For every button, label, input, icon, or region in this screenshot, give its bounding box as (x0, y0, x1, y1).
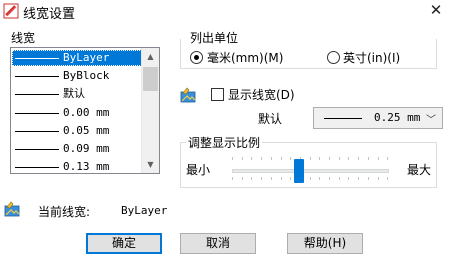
list-item-bylayer[interactable]: ByLayer (12, 50, 142, 66)
slider-tick (338, 177, 340, 180)
default-lineweight-dropdown[interactable]: 0.25 mm ﹀ (313, 107, 443, 129)
slider-tick (270, 177, 272, 180)
units-group-label: 列出单位 (188, 29, 241, 46)
list-item-label: 默认 (63, 87, 85, 100)
slider-tick (319, 157, 321, 160)
slider-tick (270, 157, 272, 160)
list-scrollbar[interactable]: ▲ ▼ (141, 48, 159, 173)
slider-tick (367, 177, 369, 180)
paint-palette-icon (180, 87, 197, 103)
list-item-label: 0.05 mm (63, 124, 110, 137)
current-lineweight-label: 当前线宽: (38, 205, 91, 219)
slider-tick (290, 177, 292, 180)
scale-max-label: 最大 (407, 163, 432, 177)
lineweight-group-label: 线宽 (11, 31, 36, 45)
radio-dot (194, 55, 199, 60)
list-item-default[interactable]: 默认 (12, 86, 142, 102)
line-sample (15, 167, 59, 168)
ok-button[interactable]: 确定 (86, 233, 162, 254)
slider-tick (290, 157, 292, 160)
line-sample (15, 94, 59, 95)
default-label: 默认 (258, 112, 283, 126)
slider-tick (251, 177, 253, 180)
chevron-down-icon: ﹀ (426, 115, 436, 126)
slider-tick (329, 177, 330, 180)
slider-tick (232, 177, 233, 180)
slider-tick (309, 177, 311, 180)
paint-palette-icon (4, 201, 21, 217)
slider-tick (358, 157, 360, 160)
slider-tick (377, 157, 379, 160)
focus-rect (12, 50, 142, 66)
line-sample (15, 113, 59, 114)
line-sample (324, 118, 362, 119)
show-lineweight-label[interactable]: 显示线宽(D) (228, 86, 295, 103)
current-lineweight-value: ByLayer (121, 204, 168, 217)
slider-tick (367, 157, 369, 160)
line-sample (15, 76, 59, 77)
close-icon[interactable]: ✕ (426, 0, 446, 20)
default-lineweight-value: 0.25 mm (374, 111, 421, 124)
radio-mm[interactable] (190, 51, 203, 64)
cancel-button[interactable]: 取消 (180, 233, 256, 254)
line-sample (15, 131, 59, 132)
slider-tick (241, 157, 243, 160)
slider-tick (338, 157, 340, 160)
slider-tick (319, 177, 321, 180)
slider-tick (261, 177, 263, 180)
lineweight-list[interactable]: ByLayer ByBlock 默认 0.00 mm 0.05 mm 0.09 … (10, 47, 160, 174)
radio-in[interactable] (327, 51, 340, 64)
title-bar: 线宽设置 ✕ (0, 0, 449, 24)
radio-mm-label[interactable]: 毫米(mm)(M) (207, 49, 283, 66)
list-item-label: 0.13 mm (63, 160, 110, 173)
list-item-0-05[interactable]: 0.05 mm (12, 123, 142, 139)
slider-tick (309, 157, 311, 160)
list-item-label: 0.09 mm (63, 142, 110, 155)
lineweight-app-icon (3, 3, 19, 19)
show-lineweight-checkbox[interactable] (211, 88, 224, 101)
slider-tick (251, 157, 253, 160)
scale-min-label: 最小 (186, 163, 211, 177)
slider-tick (241, 177, 243, 180)
window-title: 线宽设置 (23, 7, 76, 22)
slider-tick (261, 157, 263, 160)
radio-in-label[interactable]: 英寸(in)(I) (343, 49, 400, 66)
list-item-byblock[interactable]: ByBlock (12, 68, 142, 84)
slider-tick (280, 157, 282, 160)
slider-tick (348, 177, 350, 180)
list-item-0-13[interactable]: 0.13 mm (12, 159, 142, 173)
scale-slider-thumb[interactable] (293, 159, 304, 183)
help-button[interactable]: 帮助(H) (287, 233, 363, 254)
slider-tick (358, 177, 360, 180)
slider-tick (377, 177, 379, 180)
scroll-up-icon[interactable]: ▲ (142, 48, 159, 65)
scroll-down-icon[interactable]: ▼ (142, 156, 159, 173)
list-item-label: 0.00 mm (63, 106, 110, 119)
slider-tick (329, 157, 330, 160)
slider-tick (280, 177, 282, 180)
list-item-label: ByBlock (63, 69, 110, 82)
slider-tick (387, 177, 389, 180)
scroll-thumb[interactable] (143, 67, 158, 91)
line-sample (15, 149, 59, 150)
list-item-0-00[interactable]: 0.00 mm (12, 105, 142, 121)
slider-ticks (232, 157, 389, 183)
slider-tick (387, 157, 389, 160)
list-item-0-09[interactable]: 0.09 mm (12, 141, 142, 157)
scale-group-label: 调整显示比例 (186, 134, 263, 151)
slider-tick (232, 157, 233, 160)
slider-tick (348, 157, 350, 160)
